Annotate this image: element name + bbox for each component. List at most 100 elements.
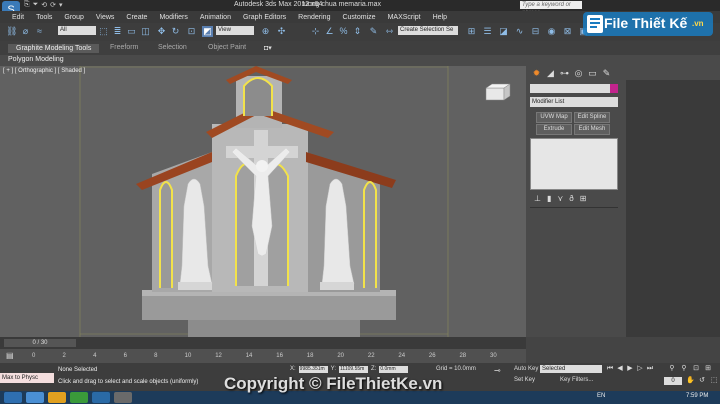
quick-access-item[interactable]: ⟳ — [50, 1, 56, 10]
menu-group[interactable]: Group — [64, 14, 83, 21]
material-editor-icon[interactable]: ◉ — [546, 26, 557, 37]
edit-mesh-button[interactable]: Edit Mesh — [574, 124, 610, 135]
display-tab-icon[interactable]: ▭ — [586, 68, 599, 79]
quick-access-item[interactable]: ⎘ — [24, 1, 30, 10]
set-key-button[interactable]: Set Key — [514, 377, 535, 383]
selection-filter-dropdown[interactable]: All — [58, 26, 96, 35]
rotate-icon[interactable]: ↻ — [170, 26, 181, 37]
modify-tab-icon[interactable]: ◢ — [544, 68, 557, 79]
mirror-icon[interactable]: ⇿ — [384, 26, 395, 37]
z-coordinate-field[interactable]: 0.0mm — [379, 366, 409, 373]
create-tab-icon[interactable]: ✹ — [530, 68, 543, 79]
app-icon[interactable] — [92, 392, 110, 403]
menu-edit[interactable]: Edit — [12, 14, 24, 21]
scale-active-icon[interactable]: ◩ — [202, 26, 213, 37]
prev-frame-icon[interactable]: ◀ — [616, 365, 624, 373]
time-slider[interactable]: 0 / 30 — [4, 339, 76, 347]
tab-object-paint[interactable]: Object Paint — [208, 44, 246, 51]
track-ruler[interactable]: 0 2 4 6 8 10 12 14 16 18 20 22 24 26 28 30 — [32, 349, 502, 363]
layer-icon[interactable]: ☰ — [482, 26, 493, 37]
rect-selection-icon[interactable]: ▭ — [126, 26, 137, 37]
extrude-button[interactable]: Extrude — [536, 124, 572, 135]
ribbon-options-icon[interactable]: ◘▾ — [264, 44, 272, 52]
remove-modifier-icon[interactable]: ð — [569, 194, 573, 203]
uvw-map-button[interactable]: UVW Map — [536, 112, 572, 123]
menu-graph-editors[interactable]: Graph Editors — [243, 14, 286, 21]
window-crossing-icon[interactable]: ◫ — [140, 26, 151, 37]
graphite-toggle-icon[interactable]: ◪ — [498, 26, 509, 37]
quick-access-item[interactable]: ⟲ — [41, 1, 47, 10]
zoom-extents-icon[interactable]: ⊡ — [692, 365, 700, 373]
key-selection-dropdown[interactable]: Selected — [540, 365, 602, 373]
x-coordinate-field[interactable]: 9985.351m — [298, 366, 328, 373]
manipulate-icon[interactable]: ✣ — [276, 26, 287, 37]
unlink-icon[interactable]: ⌀ — [20, 26, 31, 37]
move-icon[interactable]: ✥ — [156, 26, 167, 37]
pin-stack-icon[interactable]: ⊥ — [534, 194, 541, 203]
viewport-orthographic[interactable]: [ + ] [ Orthographic ] [ Shaded ] — [0, 66, 526, 337]
menu-rendering[interactable]: Rendering — [298, 14, 330, 21]
quick-access-item[interactable]: ⏷ — [33, 1, 39, 10]
modifier-stack[interactable] — [530, 138, 618, 190]
y-coordinate-field[interactable]: 11109.55m — [339, 366, 369, 373]
select-by-name-icon[interactable]: ≣ — [112, 26, 123, 37]
hierarchy-tab-icon[interactable]: ⊶ — [558, 68, 571, 79]
viewport-label[interactable]: [ + ] [ Orthographic ] [ Shaded ] — [3, 68, 85, 74]
edit-spline-button[interactable]: Edit Spline — [574, 112, 610, 123]
snap-icon[interactable]: ⊹ — [310, 26, 321, 37]
menu-maxscript[interactable]: MAXScript — [388, 14, 421, 21]
angle-snap-icon[interactable]: ∠ — [324, 26, 335, 37]
scale-icon[interactable]: ⊡ — [186, 26, 197, 37]
menu-views[interactable]: Views — [96, 14, 115, 21]
schematic-icon[interactable]: ⊟ — [530, 26, 541, 37]
orbit-icon[interactable]: ↺ — [698, 377, 706, 385]
menu-customize[interactable]: Customize — [342, 14, 375, 21]
motion-tab-icon[interactable]: ◎ — [572, 68, 585, 79]
tab-freeform[interactable]: Freeform — [110, 44, 138, 51]
select-object-icon[interactable]: ⬚ — [98, 26, 109, 37]
zoom-all-icon[interactable]: ⚲ — [680, 365, 688, 373]
menu-help[interactable]: Help — [433, 14, 447, 21]
pan-icon[interactable]: ✋ — [686, 377, 695, 385]
auto-key-button[interactable]: Auto Key — [514, 366, 538, 372]
utilities-tab-icon[interactable]: ✎ — [600, 68, 613, 79]
current-frame-field[interactable]: 0 — [664, 377, 682, 385]
start-button-icon[interactable] — [4, 392, 22, 403]
search-input[interactable]: Type a keyword or phrase — [520, 1, 582, 16]
object-color-swatch[interactable] — [610, 84, 618, 93]
curve-editor-icon[interactable]: ∿ — [514, 26, 525, 37]
menu-tools[interactable]: Tools — [36, 14, 52, 21]
tab-selection[interactable]: Selection — [158, 44, 187, 51]
configure-sets-icon[interactable]: ⊞ — [580, 194, 587, 203]
named-selection-dropdown[interactable]: Create Selection Se — [398, 26, 458, 35]
track-bar[interactable]: ▤ 0 2 4 6 8 10 12 14 16 18 20 22 24 26 28 30 — [0, 349, 526, 363]
zoom-icon[interactable]: ⚲ — [668, 365, 676, 373]
percent-snap-icon[interactable]: % — [338, 26, 349, 37]
play-icon[interactable]: ▶ — [626, 365, 634, 373]
link-icon[interactable]: ⛓ — [6, 26, 17, 37]
ie-icon[interactable] — [26, 392, 44, 403]
go-to-start-icon[interactable]: ⏮ — [606, 365, 614, 373]
zoom-extents-all-icon[interactable]: ⊞ — [704, 365, 712, 373]
quick-access-item[interactable]: ▾ — [59, 1, 63, 10]
bind-spacewarp-icon[interactable]: ≈ — [34, 26, 45, 37]
edit-named-sel-icon[interactable]: ✎ — [368, 26, 379, 37]
pivot-icon[interactable]: ⊕ — [260, 26, 271, 37]
explorer-icon[interactable] — [48, 392, 66, 403]
tab-graphite-modeling[interactable]: Graphite Modeling Tools — [8, 44, 100, 53]
maxscript-listener[interactable]: Max to Physc — [0, 373, 54, 383]
menu-animation[interactable]: Animation — [200, 14, 231, 21]
object-name-field[interactable] — [530, 84, 614, 93]
render-setup-icon[interactable]: ⊠ — [562, 26, 573, 37]
track-icon[interactable]: ▤ — [6, 351, 14, 360]
go-to-end-icon[interactable]: ⏭ — [646, 365, 654, 373]
reference-coord-dropdown[interactable]: View — [216, 26, 254, 35]
align-icon[interactable]: ⊞ — [466, 26, 477, 37]
modifier-list-dropdown[interactable]: Modifier List — [530, 97, 618, 107]
polygon-modeling-panel[interactable]: Polygon Modeling — [8, 56, 64, 63]
chrome-icon[interactable] — [70, 392, 88, 403]
menu-create[interactable]: Create — [126, 14, 147, 21]
key-filters-button[interactable]: Key Filters... — [560, 377, 593, 383]
next-frame-icon[interactable]: ▷ — [636, 365, 644, 373]
spinner-snap-icon[interactable]: ⇕ — [352, 26, 363, 37]
